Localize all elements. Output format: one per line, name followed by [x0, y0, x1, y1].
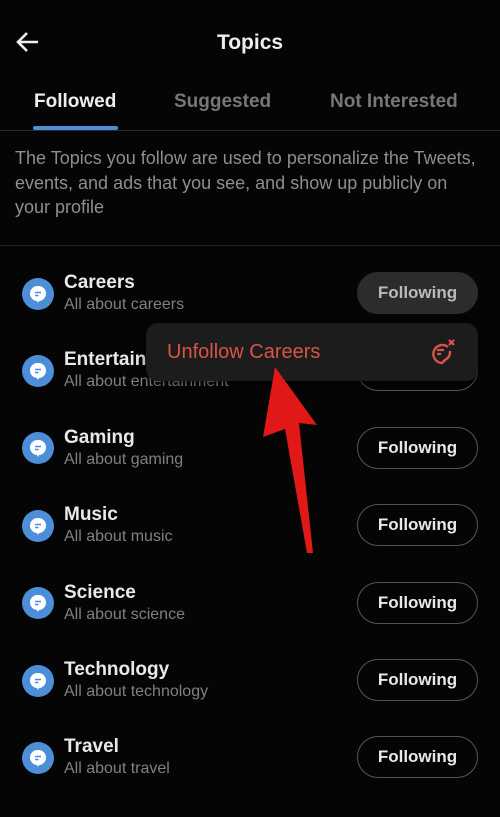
topic-subtitle: All about travel: [64, 760, 170, 778]
topic-icon: [22, 741, 54, 774]
description: The Topics you follow are used to person…: [15, 148, 476, 217]
topic-row[interactable]: Travel All about travel Following: [0, 719, 500, 796]
topic-subtitle: All about music: [64, 528, 173, 546]
active-tab-indicator: [33, 126, 118, 130]
topic-name: Music: [64, 504, 118, 526]
topic-subtitle: All about careers: [64, 296, 185, 313]
topic-icon: [22, 277, 54, 310]
topic-name: Technology: [64, 659, 170, 680]
topic-icon: [22, 354, 54, 387]
topic-subtitle: All about gaming: [64, 450, 184, 468]
following-button[interactable]: Following: [357, 504, 478, 547]
topic-icon: [22, 587, 54, 620]
following-button[interactable]: Following: [357, 272, 478, 314]
topic-row[interactable]: Technology All about technology Followin…: [0, 642, 500, 719]
topic-icon: [22, 509, 54, 542]
topic-icon: [22, 432, 54, 465]
unfollow-careers-option[interactable]: Unfollow Careers: [167, 341, 320, 364]
topic-row[interactable]: Music All about music Following: [0, 487, 500, 564]
topic-icon: [22, 664, 54, 697]
divider: [0, 245, 500, 246]
tab-followed[interactable]: Followed: [34, 91, 116, 113]
topic-row[interactable]: Science All about science Following: [0, 565, 500, 642]
header: Topics: [0, 0, 500, 88]
topic-row[interactable]: Gaming All about gaming Following: [0, 410, 500, 487]
following-button[interactable]: Following: [357, 736, 478, 779]
topic-row[interactable]: Careers All about careers Following: [0, 255, 500, 332]
tab-not-interested[interactable]: Not Interested: [330, 91, 458, 113]
topic-unfollow-icon: [432, 339, 455, 365]
annotation-arrow: [263, 367, 317, 553]
following-button[interactable]: Following: [357, 659, 478, 701]
topic-subtitle: All about technology: [64, 683, 209, 700]
page-title: Topics: [216, 31, 284, 54]
topic-name: Gaming: [64, 426, 135, 448]
topic-name: Travel: [64, 736, 119, 758]
tab-bar: Followed Suggested Not Interested: [0, 88, 500, 131]
topic-name: Science: [64, 581, 136, 603]
following-button[interactable]: Following: [357, 581, 478, 624]
topic-subtitle: All about science: [64, 605, 185, 623]
topic-name: Careers: [64, 272, 135, 293]
following-button[interactable]: Following: [357, 426, 478, 469]
tab-suggested[interactable]: Suggested: [174, 91, 271, 113]
